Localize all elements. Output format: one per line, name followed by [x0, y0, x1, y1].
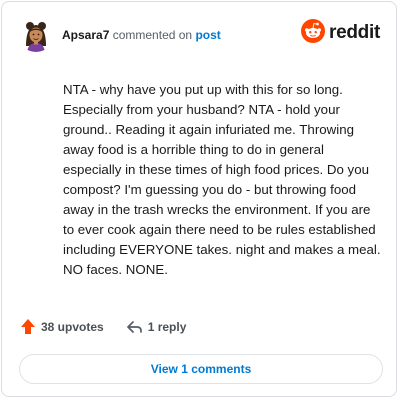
comment-byline: Apsara7 commented on post: [62, 28, 221, 42]
comment-body: NTA - why have you put up with this for …: [63, 82, 381, 277]
reply-count: 1 reply: [147, 319, 187, 334]
comment-header: Apsara7 commented on post reddit: [18, 16, 382, 56]
username-link[interactable]: Apsara7: [62, 28, 109, 42]
view-comments-button[interactable]: View 1 comments: [19, 354, 383, 384]
post-link[interactable]: post: [195, 28, 220, 42]
reply-button[interactable]: 1 reply: [126, 319, 187, 334]
comment-actions: 38 upvotes 1 reply: [20, 318, 186, 335]
reddit-brand[interactable]: reddit: [301, 18, 380, 48]
reply-arrow-icon: [126, 320, 143, 334]
commented-on-text: commented on: [112, 28, 193, 42]
reddit-wordmark: reddit: [329, 22, 380, 43]
comment-card: Apsara7 commented on post reddit NTA - w…: [1, 1, 397, 397]
upvote-button[interactable]: 38 upvotes: [20, 318, 104, 335]
upvote-arrow-icon: [20, 318, 36, 335]
user-avatar-icon[interactable]: [18, 16, 54, 52]
reddit-snoo-icon: [301, 18, 326, 48]
upvote-count: 38 upvotes: [41, 319, 104, 334]
